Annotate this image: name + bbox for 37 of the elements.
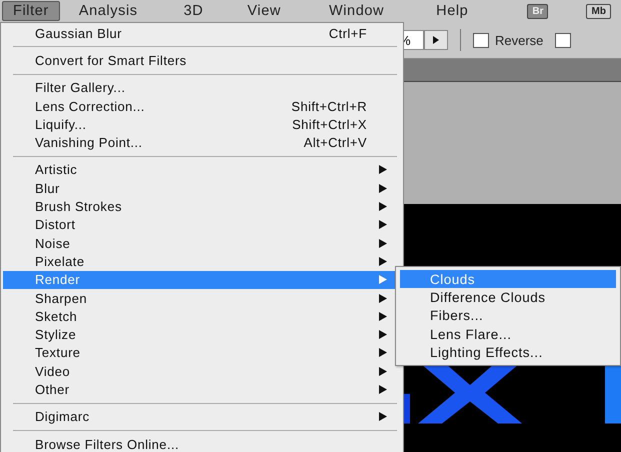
checkbox[interactable] xyxy=(473,32,489,48)
menu-item[interactable]: Other xyxy=(3,380,401,399)
menu-item[interactable]: Filter Gallery... xyxy=(3,78,401,97)
menu-item[interactable]: Stylize xyxy=(3,325,401,344)
play-icon xyxy=(433,36,439,44)
submenu-arrow-icon xyxy=(379,412,387,422)
menu-title[interactable]: Analysis xyxy=(68,1,149,21)
menu-item[interactable]: Browse Filters Online... xyxy=(3,434,401,452)
menu-item[interactable]: Blur xyxy=(3,179,401,198)
menu-item[interactable]: Sharpen xyxy=(3,288,401,308)
menu-item[interactable]: Noise xyxy=(3,234,401,252)
menu-title[interactable]: View xyxy=(236,1,292,21)
menu-title[interactable]: Filter xyxy=(2,1,60,21)
stepper-button[interactable] xyxy=(424,30,448,50)
menu-item[interactable]: Lens Correction... Shift+Ctrl+R xyxy=(3,96,401,116)
menu-item[interactable]: Vanishing Point... Alt+Ctrl+V xyxy=(3,133,401,152)
menu-item[interactable]: Convert for Smart Filters xyxy=(3,51,401,70)
menu-item[interactable]: Clouds xyxy=(400,270,616,288)
menu-title[interactable]: 3D xyxy=(172,1,214,21)
menu-item[interactable]: Pixelate xyxy=(3,252,401,271)
menu-item[interactable]: Digimarc xyxy=(3,408,401,426)
menu-title[interactable]: Window xyxy=(318,1,396,21)
checkbox-label: Reverse xyxy=(495,32,544,48)
menu-item[interactable]: Fibers... xyxy=(400,306,616,325)
menu-item[interactable]: Video xyxy=(3,362,401,380)
menu-item[interactable]: Distort xyxy=(3,216,401,234)
menu-item[interactable]: Difference Clouds xyxy=(400,288,616,307)
menu-title[interactable]: Help xyxy=(425,1,480,21)
app-badge[interactable]: Mb xyxy=(586,4,611,18)
checkbox[interactable] xyxy=(555,32,572,48)
menu-item[interactable]: Brush Strokes xyxy=(3,197,401,216)
menu-item[interactable]: Sketch xyxy=(3,307,401,326)
menu-item[interactable]: Liquify... Shift+Ctrl+X xyxy=(3,115,401,134)
menu-item[interactable]: Lighting Effects... xyxy=(400,343,616,362)
menu-item[interactable]: Lens Flare... xyxy=(400,324,616,344)
menu-item[interactable]: Texture xyxy=(3,344,401,362)
menu-item[interactable]: Artistic xyxy=(3,160,401,180)
